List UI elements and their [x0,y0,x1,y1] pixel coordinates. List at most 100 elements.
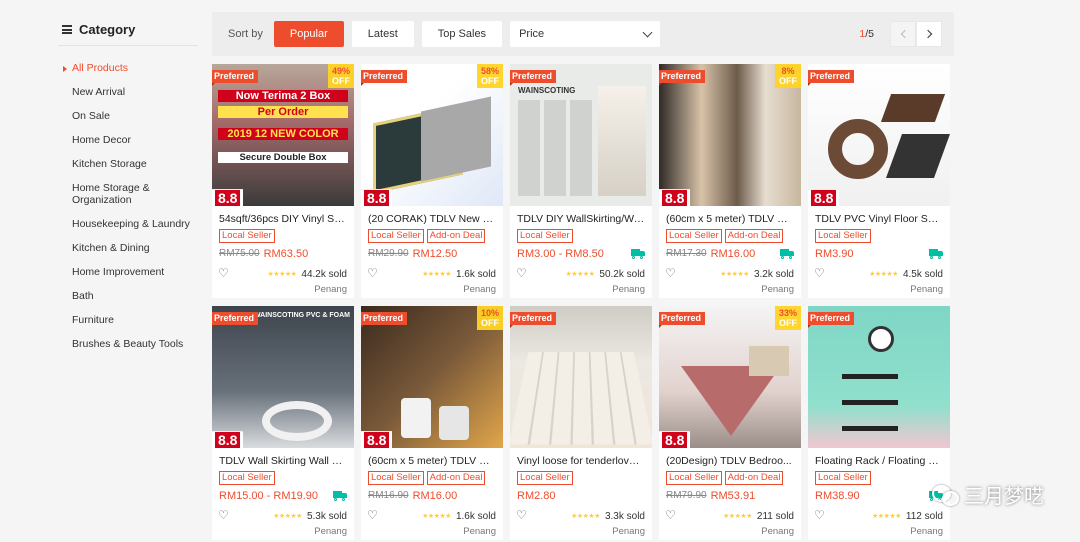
mini-pagination: 1/5 [859,21,942,47]
product-card[interactable]: Preferred Vinyl loose for tenderlover...… [510,306,652,540]
heart-icon[interactable] [665,266,676,280]
category-item-kitchen-dining[interactable]: Kitchen & Dining [58,236,198,260]
product-image[interactable]: Preferred [808,306,950,448]
product-image[interactable]: Preferred [510,306,652,448]
sold-count: 5.3k sold [306,510,347,522]
product-title[interactable]: TDLV Wall Skirting Wall D... [219,454,347,468]
category-item-brushes-beauty[interactable]: Brushes & Beauty Tools [58,332,198,356]
product-title[interactable]: TDLV DIY WallSkirting/Wa... [517,212,645,226]
next-page-button[interactable] [916,21,942,47]
preferred-badge: Preferred [212,312,259,328]
product-card[interactable]: Preferred 8% OFF 8.8 (60cm x 5 meter) TDL… [659,64,801,298]
sort-popular-button[interactable]: Popular [273,21,344,47]
product-image[interactable]: WAINSCOTING PVC & FOAM Preferred 8.8 [212,306,354,448]
image-text: Per Order [218,106,348,118]
product-location: Penang [612,526,645,537]
heart-icon[interactable] [665,508,676,522]
product-card[interactable]: Preferred Floating Rack / Floating S... … [808,306,950,540]
discount-badge: 33% OFF [775,306,801,330]
sold-count: 1.6k sold [455,510,496,522]
product-image[interactable]: Preferred 8.8 [808,64,950,206]
product-card[interactable]: Preferred 8.8 TDLV PVC Vinyl Floor Skir.… [808,64,950,298]
original-price: RM29.90 [368,248,409,259]
product-title[interactable]: (60cm x 5 meter) TDLV DI... [666,212,794,226]
category-item-housekeeping[interactable]: Housekeeping & Laundry [58,212,198,236]
product-image[interactable]: Preferred 58% OFF 8.8 [361,64,503,206]
product-price: RM3.90 [815,247,854,260]
product-image[interactable]: Preferred 8% OFF 8.8 [659,64,801,206]
category-item-kitchen-storage[interactable]: Kitchen Storage [58,152,198,176]
product-title[interactable]: Floating Rack / Floating S... [815,454,943,468]
chevron-down-icon [642,27,653,37]
heart-icon[interactable] [814,266,825,280]
sort-bar: Sort by Popular Latest Top Sales Price 1… [212,12,954,56]
product-image[interactable]: Preferred 49% OFF Now Terima 2 Box Per Or… [212,64,354,206]
product-card[interactable]: Preferred 10% OFF 8.8 (60cm x 5 meter) TD… [361,306,503,540]
category-item-all-products[interactable]: All Products [58,56,198,80]
heart-icon[interactable] [218,266,229,280]
sort-latest-button[interactable]: Latest [351,21,414,47]
sort-price-select[interactable]: Price [510,21,661,47]
product-card[interactable]: Preferred 58% OFF 8.8 (20 CORAK) TDLV New… [361,64,503,298]
page-indicator: 1/5 [859,28,874,40]
local-seller-tag: Local Seller [219,229,275,243]
local-seller-tag: Local Seller [368,229,424,243]
product-card[interactable]: Preferred 49% OFF Now Terima 2 Box Per Or… [212,64,354,298]
discount-badge: 58% OFF [477,64,503,88]
heart-icon[interactable] [367,508,378,522]
product-image[interactable]: Preferred 10% OFF 8.8 [361,306,503,448]
discount-badge: 49% OFF [328,64,354,88]
sold-count: 44.2k sold [301,268,347,280]
watermark: 三月梦呓 [932,480,1044,509]
product-image[interactable]: Preferred 33% OFF 8.8 [659,306,801,448]
sold-count: 3.3k sold [604,510,645,522]
category-item-home-decor[interactable]: Home Decor [58,128,198,152]
heart-icon[interactable] [367,266,378,280]
product-card[interactable]: Preferred 33% OFF 8.8 (20Design) TDLV Bed… [659,306,801,540]
product-title[interactable]: TDLV PVC Vinyl Floor Skir... [815,212,943,226]
heart-icon[interactable] [516,266,527,280]
heart-icon[interactable] [516,508,527,522]
category-item-furniture[interactable]: Furniture [58,308,198,332]
product-image[interactable]: WAINSCOTING Preferred [510,64,652,206]
free-shipping-truck-icon [929,249,943,259]
product-price: RM16.00 [710,247,756,260]
category-item-home-storage[interactable]: Home Storage & Organization [58,176,198,212]
rating-stars-icon: ★★★★★ [720,270,749,278]
product-title[interactable]: (60cm x 5 meter) TDLV DI... [368,454,496,468]
product-title[interactable]: (20Design) TDLV Bedroo... [666,454,794,468]
product-card[interactable]: WAINSCOTING Preferred TDLV DIY WallSkirt… [510,64,652,298]
product-title[interactable]: Vinyl loose for tenderlover... [517,454,645,468]
image-text: 2019 12 NEW COLOR [218,128,348,140]
sale-88-badge: 8.8 [212,431,244,448]
prev-page-button[interactable] [890,21,916,47]
product-grid: Preferred 49% OFF Now Terima 2 Box Per Or… [212,64,954,540]
sold-count: 50.2k sold [599,268,645,280]
product-card[interactable]: WAINSCOTING PVC & FOAM Preferred 8.8 TDL… [212,306,354,540]
product-location: Penang [314,526,347,537]
category-item-on-sale[interactable]: On Sale [58,104,198,128]
product-location: Penang [463,526,496,537]
original-price: RM79.90 [666,490,707,501]
product-location: Penang [910,284,943,295]
add-on-deal-tag: Add-on Deal [426,229,486,243]
shop-page: Category All Products New Arrival On Sal… [0,0,1080,542]
category-item-bath[interactable]: Bath [58,284,198,308]
product-title[interactable]: 54sqft/36pcs DIY Vinyl Se... [219,212,347,226]
rating-stars-icon: ★★★★★ [422,512,451,520]
category-item-new-arrival[interactable]: New Arrival [58,80,198,104]
preferred-badge: Preferred [659,312,706,328]
category-item-home-improvement[interactable]: Home Improvement [58,260,198,284]
product-price: RM2.80 [517,489,556,502]
heart-icon[interactable] [814,508,825,522]
product-location: Penang [761,284,794,295]
product-location: Penang [314,284,347,295]
product-title[interactable]: (20 CORAK) TDLV New De... [368,212,496,226]
local-seller-tag: Local Seller [517,229,573,243]
heart-icon[interactable] [218,508,229,522]
original-price: RM75.00 [219,248,260,259]
product-price: RM12.50 [412,247,458,260]
sold-count: 3.2k sold [753,268,794,280]
product-price: RM63.50 [263,247,309,260]
sort-top-sales-button[interactable]: Top Sales [421,21,503,47]
